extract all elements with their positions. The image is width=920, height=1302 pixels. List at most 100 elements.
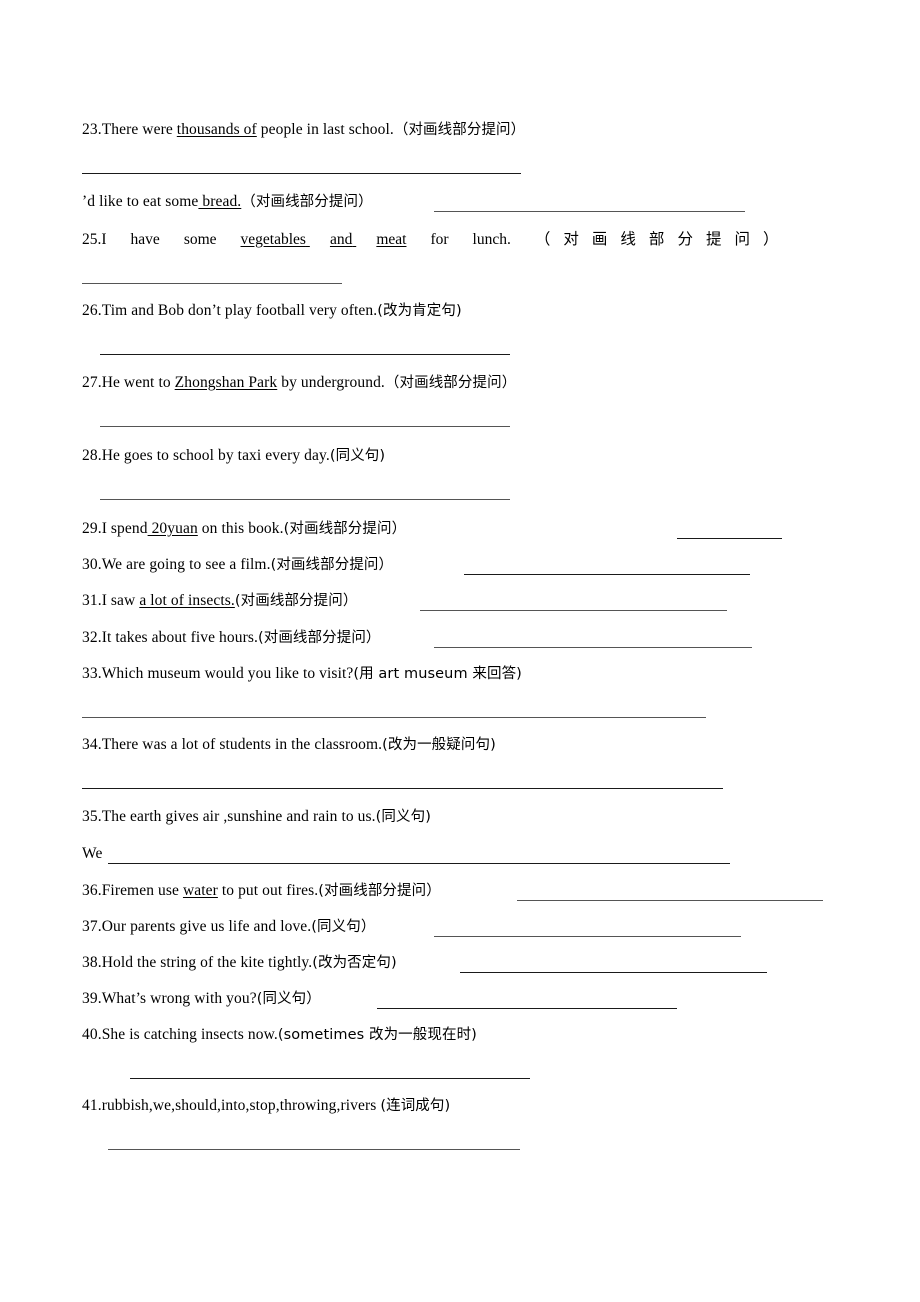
- question-23-underlined: thousands of: [176, 121, 257, 138]
- question-25-word-4: meat: [376, 231, 407, 248]
- question-28-instruction: (同义句): [329, 448, 386, 464]
- question-25-instruction-char-5: 分: [677, 231, 693, 248]
- question-27-text-after: by underground.: [277, 374, 385, 391]
- worksheet-page: 23.There were thousands of people in las…: [0, 0, 920, 1302]
- answer-blank-26[interactable]: [100, 354, 510, 355]
- question-31: 31.I saw a lot of insects.(对画线部分提问）: [82, 591, 357, 611]
- question-32: 32.It takes about five hours.(对画线部分提问）: [82, 628, 381, 648]
- question-25-instruction-char-6: 提: [705, 231, 722, 248]
- question-38-text: Hold the string of the kite tightly.: [101, 954, 313, 971]
- question-40-text: She is catching insects now.: [101, 1026, 278, 1043]
- question-25-instruction-char-4: 部: [648, 231, 665, 248]
- question-23: 23.There were thousands of people in las…: [82, 120, 525, 140]
- question-40: 40.She is catching insects now.(sometime…: [82, 1025, 477, 1045]
- question-27-number: 27.: [82, 374, 102, 391]
- question-31-instruction: (对画线部分提问）: [234, 593, 358, 609]
- answer-blank-23[interactable]: [82, 173, 521, 174]
- answer-blank-29[interactable]: [677, 538, 782, 539]
- question-39-number: 39.: [82, 990, 102, 1007]
- question-25-number: 25.I: [82, 231, 107, 248]
- question-40-instruction: (sometimes 改为一般现在时): [277, 1027, 477, 1043]
- question-25-instruction-char-1: 对: [563, 231, 579, 248]
- question-35-instruction: (同义句): [375, 809, 431, 825]
- question-30-instruction: (对画线部分提问）: [270, 557, 394, 573]
- question-31-number: 31.: [82, 592, 102, 609]
- question-33-number: 33.: [82, 665, 102, 682]
- question-37-text: Our parents give us life and love.: [101, 918, 312, 935]
- question-29: 29.I spend 20yuan on this book.(对画线部分提问）: [82, 519, 406, 539]
- question-28-text: He goes to school by taxi every day.: [101, 447, 330, 464]
- question-29-underlined: 20yuan: [147, 520, 198, 537]
- question-39: 39.What’s wrong with you?(同义句）: [82, 989, 321, 1009]
- question-32-number: 32.: [82, 629, 102, 646]
- question-40-number: 40.: [82, 1026, 102, 1043]
- answer-blank-40[interactable]: [130, 1078, 530, 1079]
- question-23-instruction: （对画线部分提问）: [393, 122, 526, 138]
- question-29-text-after: on this book.: [197, 520, 284, 537]
- question-25-word-3: and: [329, 231, 353, 248]
- question-41-instruction: (连词成句): [380, 1098, 451, 1114]
- answer-blank-24[interactable]: [434, 211, 745, 212]
- question-39-text: What’s wrong with you?: [101, 990, 257, 1007]
- question-25-instruction-char-2: 画: [591, 231, 608, 248]
- question-37-number: 37.: [82, 918, 102, 935]
- question-28: 28.He goes to school by taxi every day.(…: [82, 446, 385, 466]
- answer-blank-33[interactable]: [82, 717, 706, 718]
- question-23-text-before: There were: [101, 121, 177, 138]
- question-29-instruction: (对画线部分提问）: [283, 521, 407, 537]
- question-41: 41.rubbish,we,should,into,stop,throwing,…: [82, 1096, 450, 1116]
- question-35-text: The earth gives air ,sunshine and rain t…: [101, 808, 376, 825]
- answer-blank-31[interactable]: [420, 610, 727, 611]
- question-36-number: 36.: [82, 882, 102, 899]
- answer-blank-28[interactable]: [100, 499, 510, 500]
- answer-blank-34[interactable]: [82, 788, 723, 789]
- question-30-number: 30.: [82, 556, 102, 573]
- question-33-text: Which museum would you like to visit?: [101, 665, 354, 682]
- question-38: 38.Hold the string of the kite tightly.(…: [82, 953, 397, 973]
- question-37-instruction: (同义句）: [311, 919, 376, 935]
- answer-blank-32[interactable]: [434, 647, 752, 648]
- question-36-underlined: water: [182, 882, 218, 899]
- answer-blank-38[interactable]: [460, 972, 767, 973]
- question-39-instruction: (同义句）: [256, 991, 321, 1007]
- question-36-instruction: (对画线部分提问）: [318, 883, 441, 899]
- question-35-answer-prefix: We: [82, 844, 102, 864]
- answer-blank-27[interactable]: [100, 426, 510, 427]
- question-38-instruction: (改为否定句): [312, 955, 397, 971]
- question-23-text-after: people in last school.: [256, 121, 394, 138]
- question-29-number: 29.: [82, 520, 102, 537]
- answer-blank-37[interactable]: [434, 936, 741, 937]
- question-41-text: rubbish,we,should,into,stop,throwing,riv…: [101, 1097, 381, 1114]
- question-34-text: There was a lot of students in the class…: [101, 736, 383, 753]
- answer-blank-35[interactable]: [108, 863, 730, 864]
- question-41-number: 41.: [82, 1097, 102, 1114]
- question-35-number: 35.: [82, 808, 102, 825]
- question-24: ’d like to eat some bread.（对画线部分提问）: [82, 192, 373, 212]
- question-35: 35.The earth gives air ,sunshine and rai…: [82, 807, 431, 827]
- answer-blank-41[interactable]: [108, 1149, 520, 1150]
- answer-blank-39[interactable]: [377, 1008, 677, 1009]
- question-31-text-before: I saw: [101, 592, 140, 609]
- question-25-instruction-char-3: 线: [620, 231, 636, 248]
- question-33: 33.Which museum would you like to visit?…: [82, 664, 522, 684]
- question-26: 26.Tim and Bob don’t play football very …: [82, 301, 462, 321]
- question-25-word-0: have: [130, 231, 160, 248]
- question-30: 30.We are going to see a film.(对画线部分提问）: [82, 555, 393, 575]
- question-32-text: It takes about five hours.: [101, 629, 258, 646]
- question-36-text-before: Firemen use: [101, 882, 183, 899]
- answer-blank-30[interactable]: [464, 574, 750, 575]
- question-35-answer-prefix-label: We: [82, 845, 103, 862]
- question-31-underlined: a lot of insects.: [139, 592, 235, 609]
- answer-blank-36[interactable]: [517, 900, 823, 901]
- question-25-word-6: lunch.: [472, 231, 511, 248]
- question-34-number: 34.: [82, 736, 102, 753]
- question-25-word-5: for: [430, 231, 449, 248]
- question-27-text-before: He went to: [101, 374, 175, 391]
- question-37: 37.Our parents give us life and love.(同义…: [82, 917, 375, 937]
- question-25-word-2: vegetables: [240, 231, 306, 248]
- question-25-instruction-char-7: 问: [734, 231, 750, 248]
- question-26-text: Tim and Bob don’t play football very oft…: [101, 302, 378, 319]
- answer-blank-25[interactable]: [82, 283, 342, 284]
- question-23-number: 23.: [82, 121, 102, 138]
- question-26-instruction: (改为肯定句): [377, 303, 462, 319]
